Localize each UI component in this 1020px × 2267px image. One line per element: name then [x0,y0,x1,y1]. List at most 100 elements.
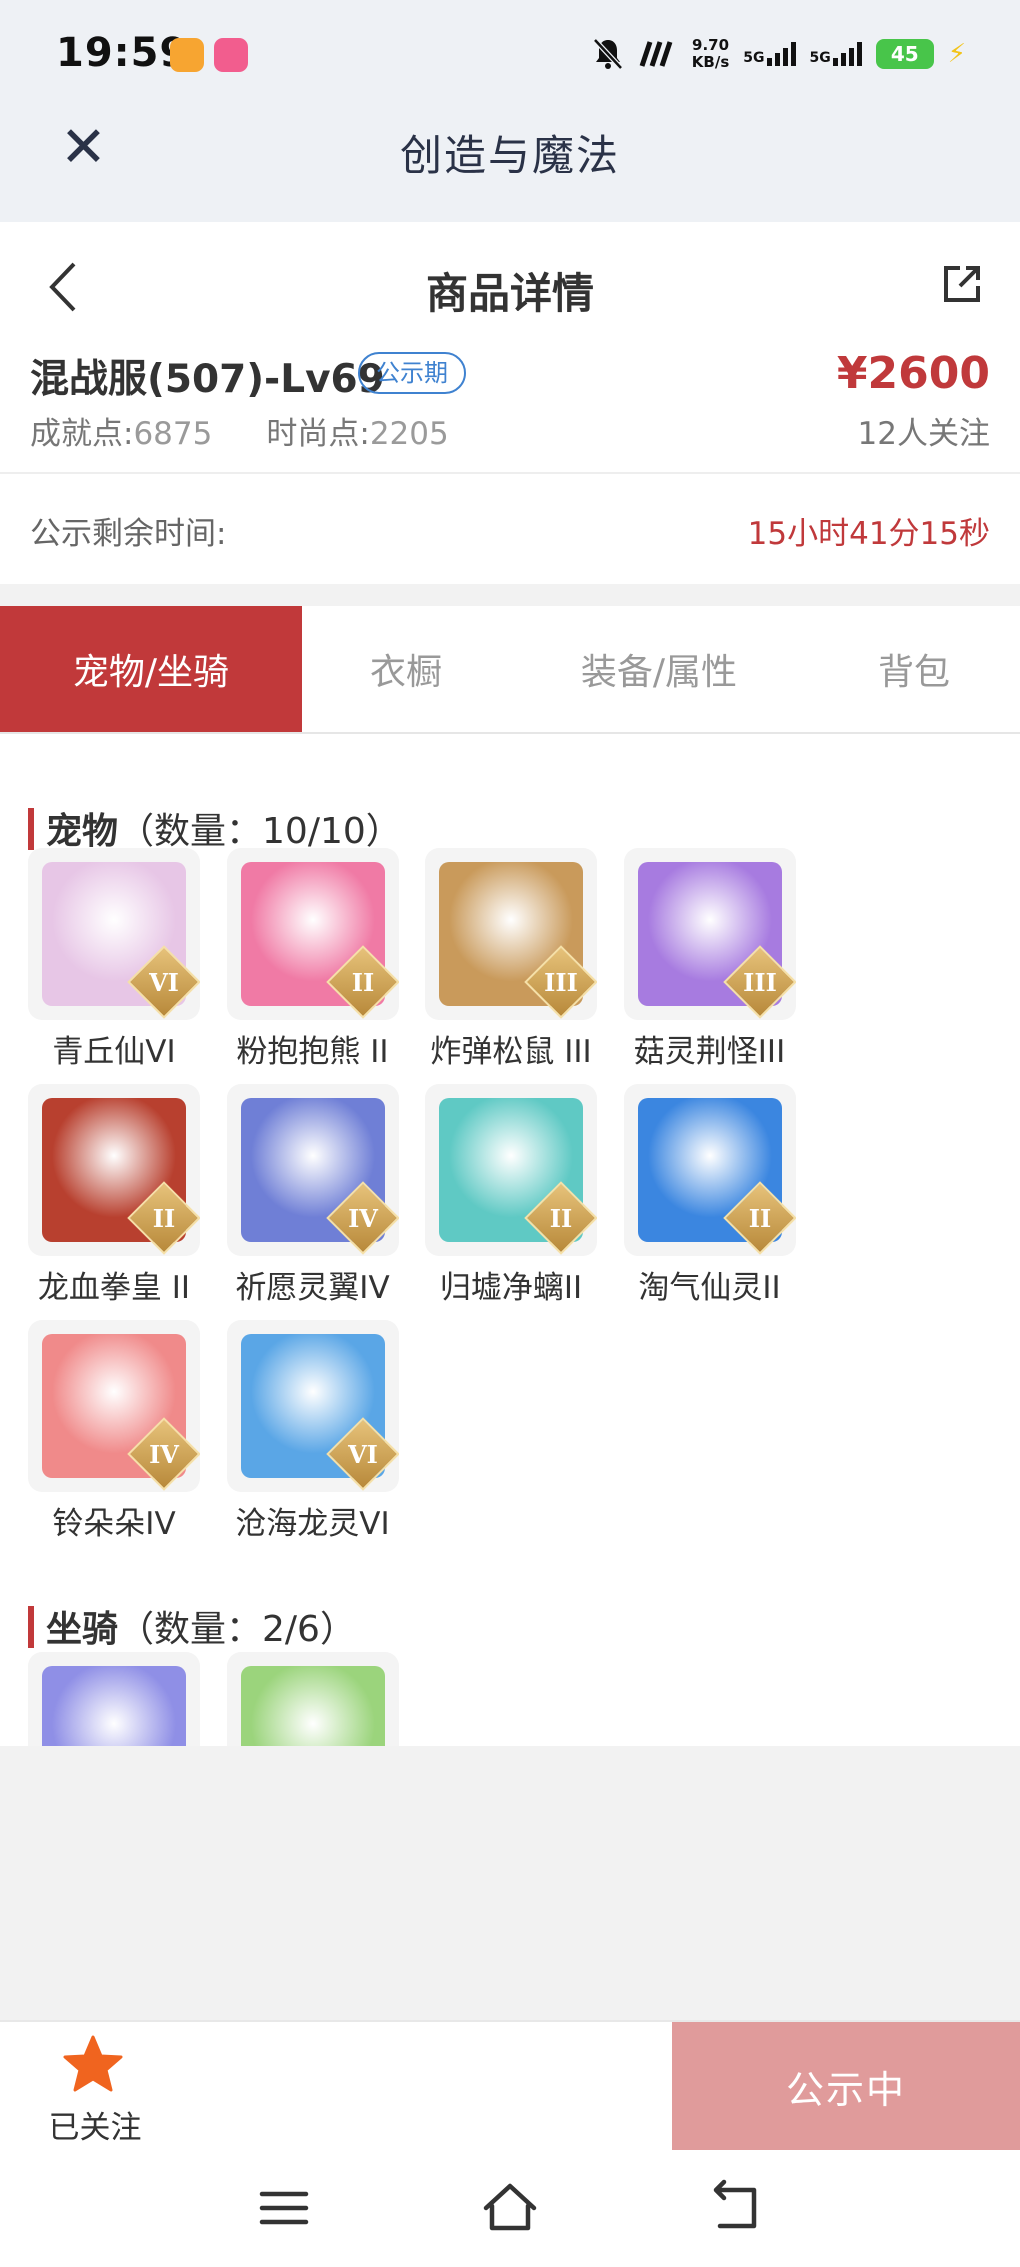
tab-pets-mounts[interactable]: 宠物/坐骑 [0,606,302,732]
list-item[interactable]: IV 祈愿灵翼IV [226,1084,426,1320]
product-page: 商品详情 混战服(507)-Lv69 公示期 成就点:6875 时尚点:2205 … [0,222,1020,1888]
item-name: 青丘仙VI [52,1034,176,1070]
item-name: 龙血拳皇 II [37,1270,191,1306]
rank-label: II [152,1203,176,1233]
signal-sim2: 5G [810,42,862,66]
section-gap [0,584,1020,606]
item-thumbnail[interactable]: III [623,848,796,1020]
item-name: 菇灵荆怪III [633,1034,786,1070]
section-title: 坐骑（数量：2/6） [46,1600,356,1652]
section-accent [28,808,34,850]
speed-unit: KB/s [691,53,730,71]
rank-label: VI [149,967,179,997]
fashion-label: 时尚点: [266,416,370,452]
tab-bar: 宠物/坐骑 衣橱 装备/属性 背包 [0,606,1020,734]
page-title: 商品详情 [425,269,594,318]
pets-count: （数量：10/10） [118,811,402,852]
empty-area [0,1746,1020,2020]
status-time: 19:59 [56,30,189,76]
bell-muted-icon [592,38,623,70]
rank-label: II [549,1203,573,1233]
system-nav-bar [0,2150,1020,2267]
list-item[interactable]: II 归墟净螭II [425,1084,624,1320]
tab-equipment[interactable]: 装备/属性 [510,606,808,732]
product-stats: 成就点:6875 时尚点:2205 [30,408,449,453]
menu-icon[interactable] [254,2178,314,2238]
list-item[interactable]: IV 铃朵朵IV [28,1320,227,1556]
status-cta-button[interactable]: 公示中 [672,2022,1020,2150]
item-thumbnail[interactable]: VI [28,848,200,1020]
list-item[interactable]: II 粉抱抱熊 II [226,848,426,1084]
nfc-icon [639,41,673,67]
item-thumbnail[interactable]: II [623,1084,796,1256]
fashion-value: 2205 [369,416,449,452]
product-summary: 混战服(507)-Lv69 公示期 成就点:6875 时尚点:2205 ¥2600… [0,348,1020,472]
follow-label: 已关注 [48,2110,142,2146]
share-icon[interactable] [940,262,984,306]
network-speed: 9.70 KB/s [692,37,729,71]
signal-sim1: 5G [743,42,796,66]
charging-icon: ⚡ [947,39,966,69]
rank-label: IV [149,1439,179,1469]
rank-label: IV [347,1203,378,1233]
section-header: 宠物（数量：10/10） [0,734,1020,852]
item-thumbnail[interactable]: II [226,848,399,1020]
sim2-label: 5G [809,50,831,66]
video-app-icon [170,38,204,72]
battery-icon: 45 [875,39,934,69]
follow-button[interactable]: 已关注 [40,2034,150,2146]
item-name: 铃朵朵IV [52,1506,176,1542]
app-title: 创造与魔法 [399,131,620,180]
list-item[interactable]: II 龙血拳皇 II [28,1084,227,1320]
countdown-label: 公示剩余时间: [30,516,227,552]
achievement-label: 成就点: [30,416,134,452]
item-name: 沧海龙灵VI [235,1506,390,1542]
bottom-action-bar: 已关注 公示中 [0,2020,1020,2150]
achievement-value: 6875 [133,416,213,452]
item-thumbnail[interactable]: III [425,848,597,1020]
back-icon[interactable] [706,2178,766,2238]
list-item[interactable]: III 炸弹松鼠 III [425,848,624,1084]
signal-icon [832,42,862,66]
rank-label: III [742,967,777,997]
list-item[interactable]: II 淘气仙灵II [623,1084,823,1320]
status-icons: 9.70 KB/s 5G 5G 45 ⚡ [592,32,966,76]
pets-title: 宠物 [46,811,119,852]
page-header: 商品详情 [0,222,1020,348]
list-item[interactable]: VI 沧海龙灵VI [226,1320,426,1556]
signal-icon [766,42,796,66]
speed-value: 9.70 [692,36,730,54]
pets-section: 宠物（数量：10/10） VI 青丘仙VI II 粉抱抱熊 II III 炸弹松鼠 III… [0,734,1020,1556]
rank-label: II [351,967,374,997]
section-accent [28,1606,34,1648]
item-thumbnail[interactable]: II [28,1084,200,1256]
bilibili-app-icon [214,38,248,72]
top-zone: 19:59 9.70 KB/s 5G 5G 45 ⚡ ✕ 创造与魔法 [0,0,1020,222]
section-header: 坐骑（数量：2/6） [0,1556,1020,1652]
list-item[interactable]: VI 青丘仙VI [28,848,227,1084]
countdown-row: 公示剩余时间: 15小时41分15秒 [0,474,1020,584]
pet-grid: VI 青丘仙VI II 粉抱抱熊 II III 炸弹松鼠 III III 菇灵荆怪III II 龙… [0,848,1020,1556]
list-item[interactable]: III 菇灵荆怪III [623,848,823,1084]
home-icon[interactable] [480,2178,540,2238]
status-badge: 公示期 [358,352,466,394]
rank-label: III [544,967,578,997]
tab-wardrobe[interactable]: 衣橱 [302,606,510,732]
star-icon [63,2035,123,2092]
rank-label: VI [347,1439,378,1469]
item-name: 淘气仙灵II [638,1270,781,1306]
item-thumbnail[interactable]: IV [28,1320,200,1492]
rank-label: II [748,1203,771,1233]
item-thumbnail[interactable]: II [425,1084,597,1256]
countdown-value: 15小时41分15秒 [747,516,990,552]
product-price: ¥2600 [836,348,990,399]
mounts-count: （数量：2/6） [118,1609,356,1650]
follower-count: 12人关注 [857,416,990,452]
item-name: 归墟净螭II [439,1270,583,1306]
item-thumbnail[interactable]: VI [226,1320,399,1492]
item-thumbnail[interactable]: IV [226,1084,399,1256]
item-name: 祈愿灵翼IV [235,1270,390,1306]
item-name: 炸弹松鼠 III [430,1034,592,1070]
mounts-title: 坐骑 [46,1609,119,1650]
tab-bag[interactable]: 背包 [808,606,1020,732]
